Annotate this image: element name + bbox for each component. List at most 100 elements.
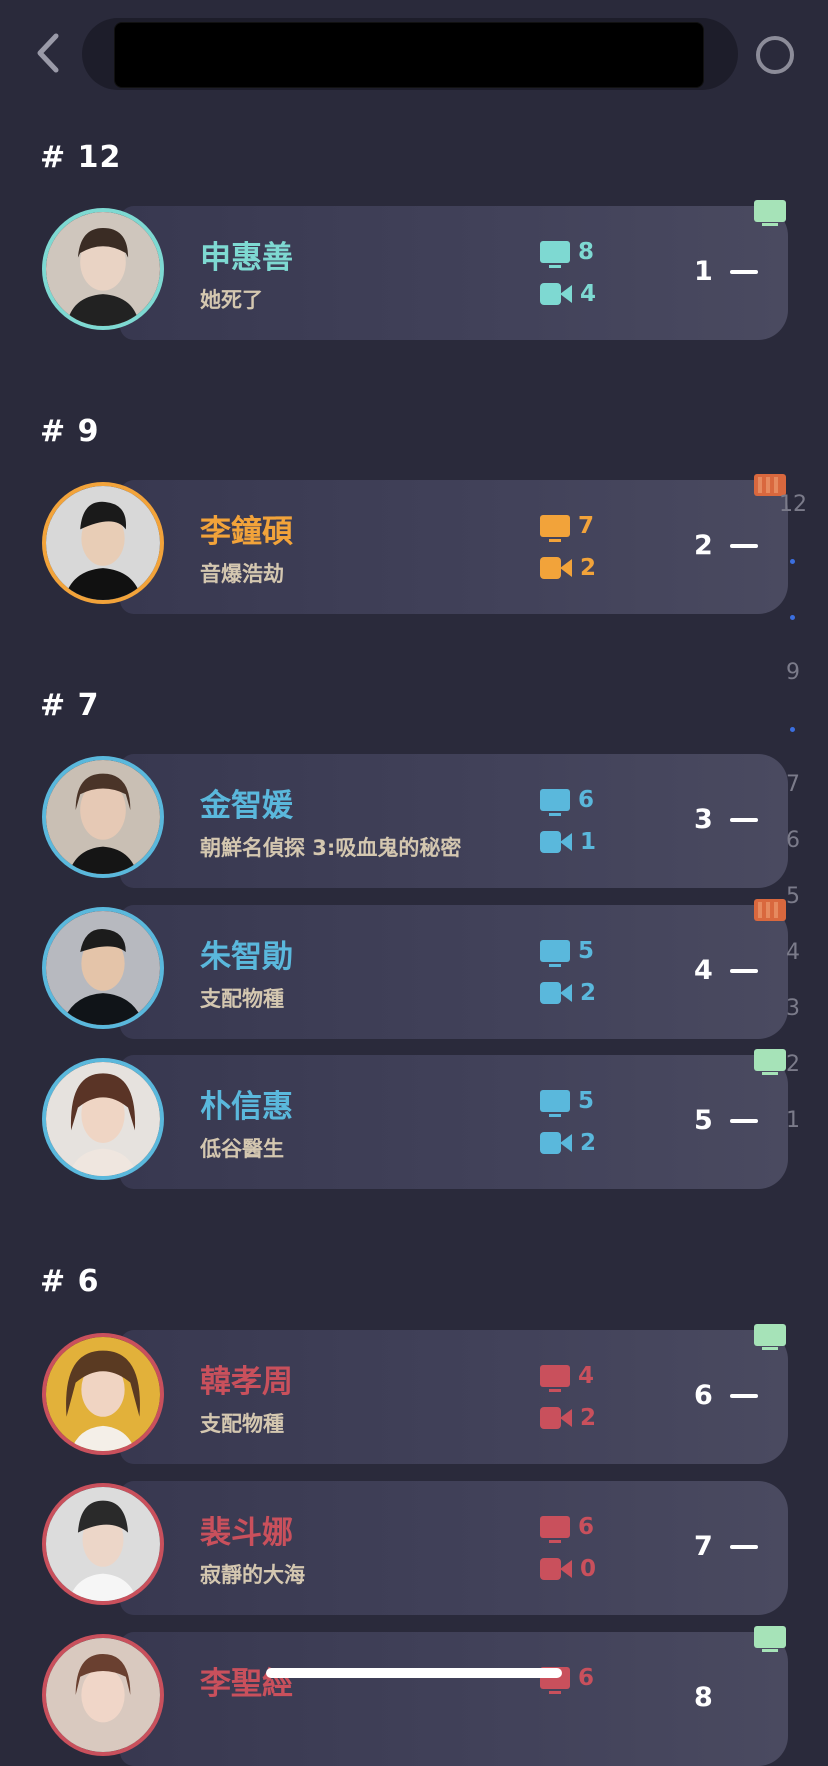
video-camera-icon — [540, 831, 572, 853]
list-item[interactable]: 朱智勛 支配物種 5 2 4 — [120, 899, 788, 1039]
work-title: 寂靜的大海 — [200, 1563, 305, 1587]
movie-count: 2 — [540, 1129, 596, 1157]
person-photo-icon — [46, 1487, 160, 1601]
rank-number: 3 — [694, 804, 713, 835]
movie-count: 2 — [540, 554, 596, 582]
tv-count: 5 — [540, 1087, 595, 1117]
list-item[interactable]: 李聖經 6 8 — [120, 1626, 788, 1766]
tv-count-value: 6 — [578, 787, 595, 813]
back-button[interactable] — [32, 30, 62, 76]
index-item[interactable]: 2 — [770, 1052, 816, 1077]
actor-name: 申惠善 — [200, 240, 293, 276]
tv-badge-icon — [754, 200, 786, 226]
avatar[interactable] — [42, 208, 164, 330]
tv-count-value: 7 — [578, 513, 595, 539]
avatar[interactable] — [42, 1058, 164, 1180]
rank-change-icon — [730, 1119, 758, 1123]
chevron-left-icon — [37, 33, 59, 73]
tv-count-value: 8 — [578, 239, 595, 265]
rank-number: 2 — [694, 530, 713, 561]
video-camera-icon — [540, 982, 572, 1004]
avatar[interactable] — [42, 1333, 164, 1455]
avatar[interactable] — [42, 1634, 164, 1756]
work-title: 支配物種 — [200, 987, 284, 1011]
tv-count: 6 — [540, 786, 595, 816]
person-photo-icon — [46, 486, 160, 600]
tv-count-value: 4 — [578, 1363, 595, 1389]
avatar[interactable] — [42, 482, 164, 604]
tv-badge-icon — [754, 1626, 786, 1652]
person-photo-icon — [46, 1062, 160, 1176]
work-title: 朝鮮名偵探 3:吸血鬼的秘密 — [200, 836, 462, 860]
list-item[interactable]: 裴斗娜 寂靜的大海 6 0 7 — [120, 1481, 788, 1615]
tv-icon — [540, 1516, 570, 1543]
actor-name: 李聖經 — [200, 1666, 293, 1702]
index-item[interactable]: 3 — [770, 996, 816, 1021]
index-item[interactable]: 7 — [770, 772, 816, 797]
rank-number: 8 — [694, 1682, 713, 1713]
tv-icon — [540, 1090, 570, 1117]
index-item[interactable]: 4 — [770, 940, 816, 965]
section-index-bar[interactable]: 12 9 7 6 5 4 3 2 1 — [770, 480, 816, 1140]
group-header: # 12 — [40, 140, 122, 175]
rank-number: 1 — [694, 256, 713, 287]
person-photo-icon — [46, 911, 160, 1025]
list-item[interactable]: 韓孝周 支配物種 4 2 6 — [120, 1324, 788, 1464]
tv-icon — [540, 940, 570, 967]
movie-count: 2 — [540, 1404, 596, 1432]
tv-count-value: 6 — [578, 1665, 595, 1691]
tv-count: 4 — [540, 1362, 595, 1392]
rank-change-icon — [730, 1545, 758, 1549]
movie-count-value: 0 — [580, 1556, 597, 1582]
movie-count: 0 — [540, 1555, 596, 1583]
index-item[interactable]: 9 — [770, 660, 816, 685]
search-input[interactable] — [114, 22, 704, 88]
rank-change-icon — [730, 969, 758, 973]
index-item[interactable]: 1 — [770, 1108, 816, 1133]
tv-icon — [540, 515, 570, 542]
person-photo-icon — [46, 760, 160, 874]
movie-count: 4 — [540, 280, 596, 308]
tv-count-value: 5 — [578, 938, 595, 964]
index-item[interactable]: 12 — [770, 492, 816, 517]
video-camera-icon — [540, 1407, 572, 1429]
list-item[interactable]: 朴信惠 低谷醫生 5 2 5 — [120, 1049, 788, 1189]
index-dot — [790, 727, 795, 732]
tv-count-value: 5 — [578, 1088, 595, 1114]
actor-name: 金智媛 — [200, 788, 293, 824]
index-item[interactable]: 5 — [770, 884, 816, 909]
person-photo-icon — [46, 1638, 160, 1752]
movie-count-value: 2 — [580, 1130, 597, 1156]
tv-icon — [540, 241, 570, 268]
list-item[interactable]: 金智媛 朝鮮名偵探 3:吸血鬼的秘密 6 1 3 — [120, 754, 788, 888]
movie-count-value: 1 — [580, 829, 597, 855]
rank-change-icon — [730, 1394, 758, 1398]
person-photo-icon — [46, 1337, 160, 1451]
index-item[interactable]: 6 — [770, 828, 816, 853]
actor-name: 朱智勛 — [200, 939, 293, 975]
list-item[interactable]: 申惠善 她死了 8 4 1 — [120, 200, 788, 340]
tv-count: 6 — [540, 1513, 594, 1543]
index-dot — [790, 615, 795, 620]
list-item[interactable]: 李鐘碩 音爆浩劫 7 2 2 — [120, 474, 788, 614]
work-title: 低谷醫生 — [200, 1137, 284, 1161]
group-header: # 9 — [40, 414, 100, 449]
rank-number: 4 — [694, 955, 713, 986]
home-indicator[interactable] — [266, 1668, 562, 1678]
work-title: 她死了 — [200, 288, 263, 312]
tv-count: 8 — [540, 238, 595, 268]
work-title: 支配物種 — [200, 1412, 284, 1436]
actor-name: 裴斗娜 — [200, 1515, 293, 1551]
circle-icon[interactable] — [756, 36, 794, 74]
rank-change-icon — [730, 818, 758, 822]
tv-count: 7 — [540, 512, 595, 542]
avatar[interactable] — [42, 756, 164, 878]
index-dot — [790, 559, 795, 564]
avatar[interactable] — [42, 907, 164, 1029]
video-camera-icon — [540, 557, 572, 579]
group-header: # 7 — [40, 688, 100, 723]
avatar[interactable] — [42, 1483, 164, 1605]
work-title: 音爆浩劫 — [200, 562, 284, 586]
video-camera-icon — [540, 283, 572, 305]
video-camera-icon — [540, 1132, 572, 1154]
